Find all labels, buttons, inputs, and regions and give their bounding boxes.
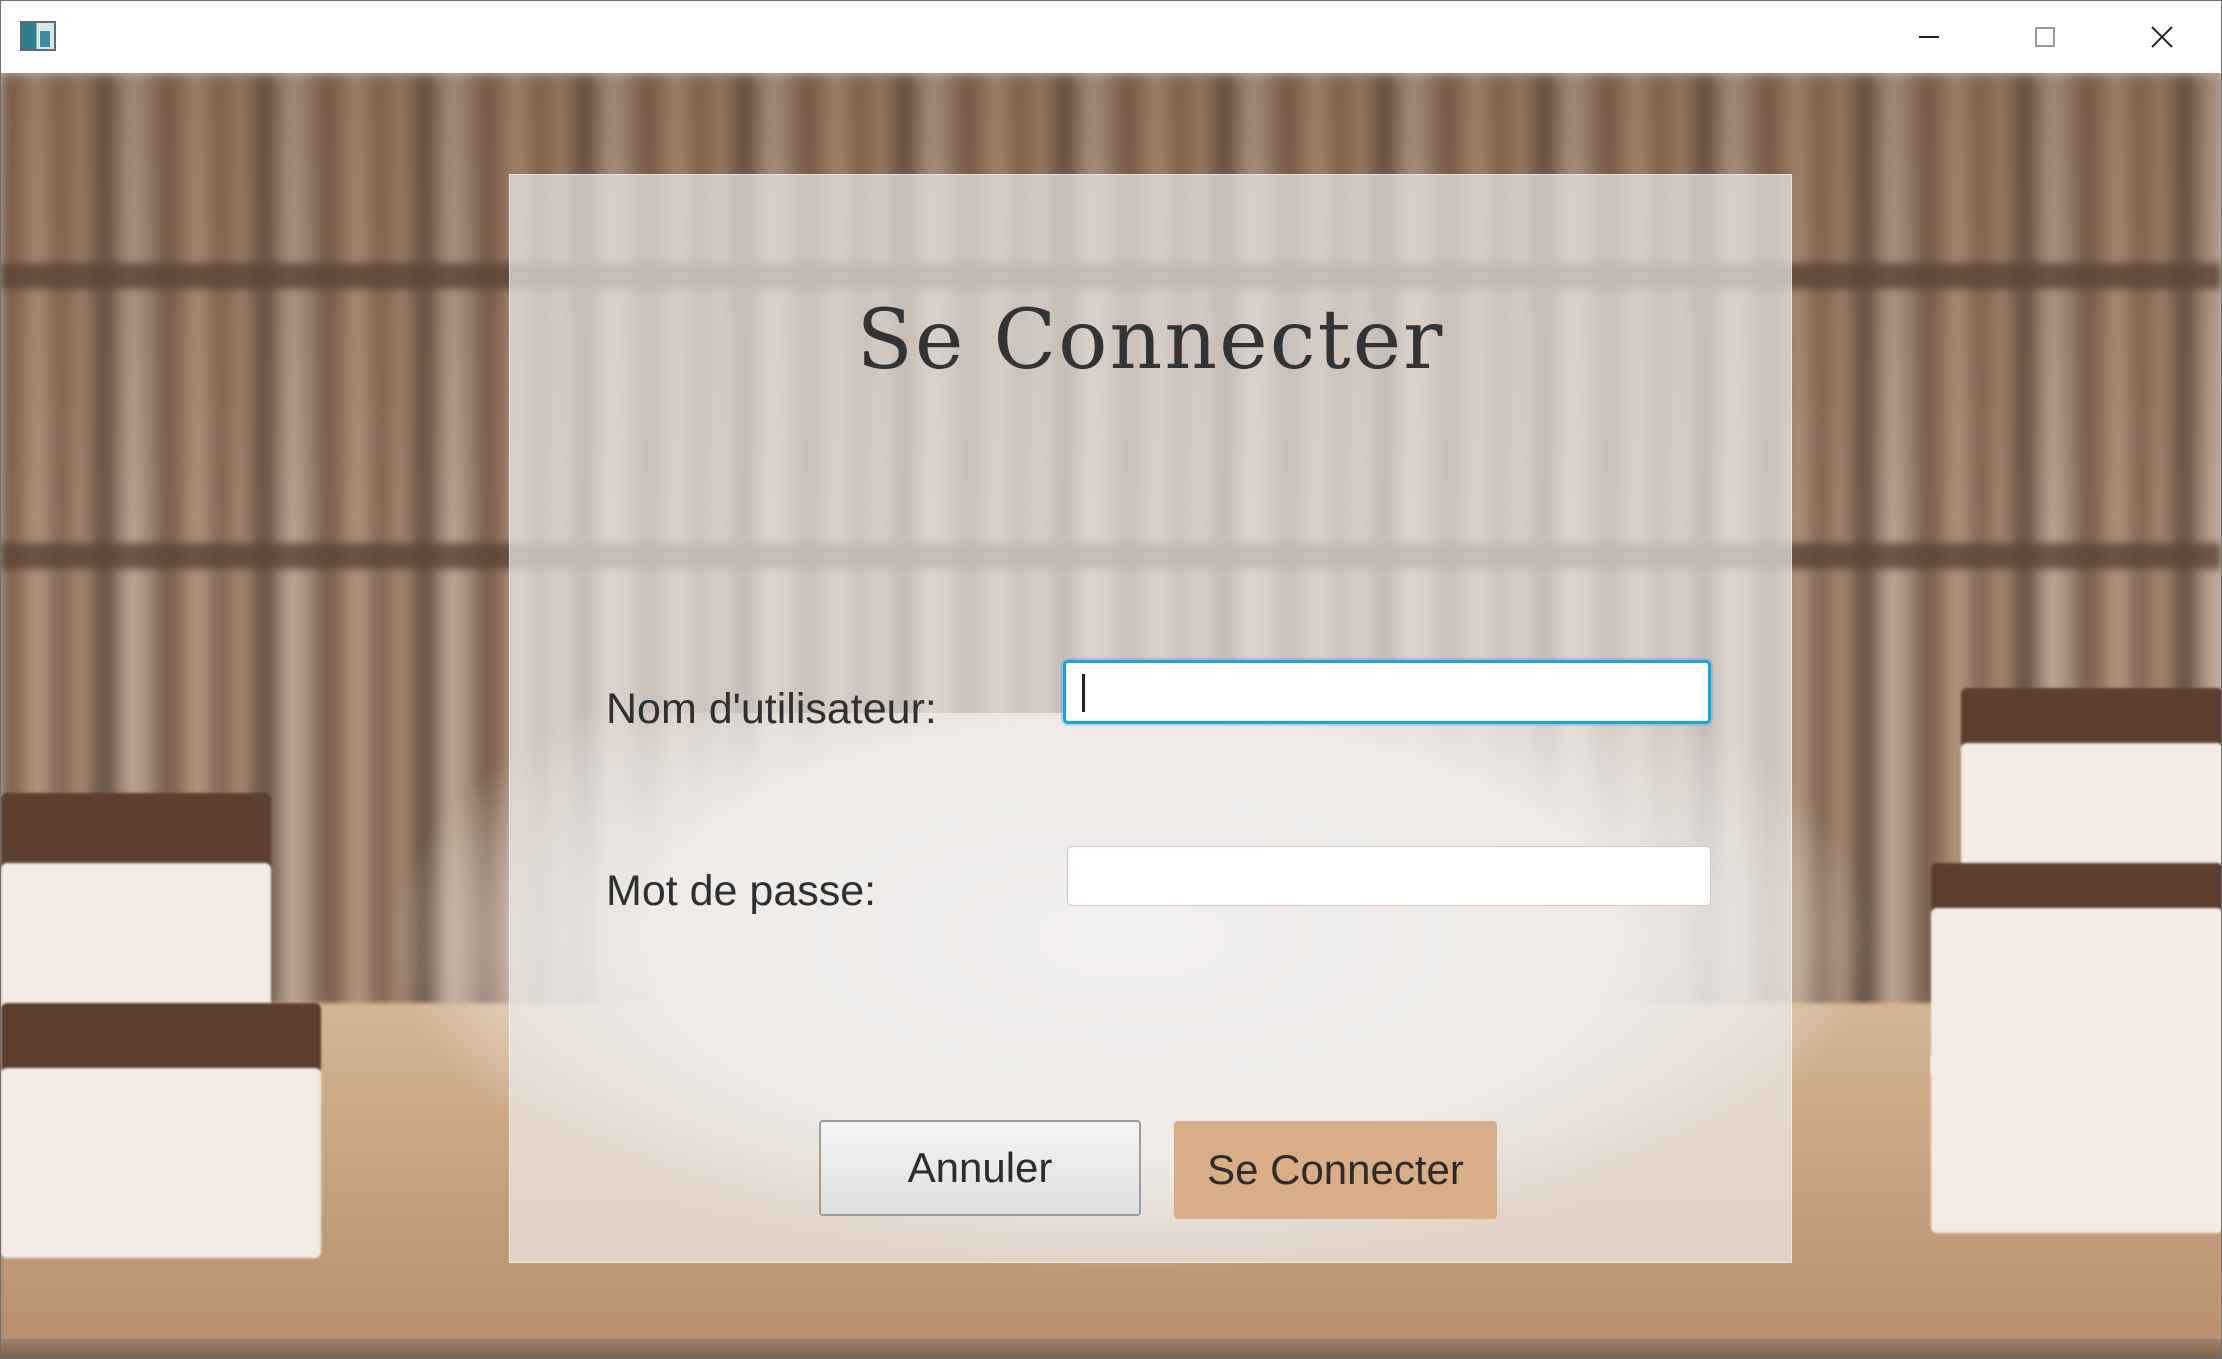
background-book-stack [1931, 863, 2221, 913]
background-book-stack [1, 1068, 321, 1258]
login-window: Se Connecter Nom d'utilisateur: Mot de p… [0, 0, 2222, 1359]
background-bottom-edge [1, 1339, 2221, 1358]
background-book-stack [1, 1003, 321, 1073]
password-input[interactable] [1067, 846, 1711, 906]
background-book-stack [1931, 1053, 2221, 1233]
title-bar[interactable] [1, 1, 2221, 73]
password-label: Mot de passe: [606, 867, 877, 915]
app-icon[interactable] [20, 21, 56, 51]
close-button[interactable] [2104, 1, 2220, 73]
background-book-stack [1, 793, 271, 873]
minimize-icon [1919, 36, 1939, 38]
login-title: Se Connecter [856, 293, 1445, 388]
window-content: Se Connecter Nom d'utilisateur: Mot de p… [1, 73, 2221, 1358]
cancel-button[interactable]: Annuler [819, 1120, 1141, 1216]
username-input[interactable] [1063, 660, 1711, 724]
maximize-button[interactable] [1987, 1, 2103, 73]
text-caret [1082, 674, 1085, 712]
login-button[interactable]: Se Connecter [1174, 1121, 1497, 1219]
minimize-button[interactable] [1871, 1, 1987, 73]
username-label: Nom d'utilisateur: [606, 685, 937, 733]
background-book-stack [1961, 688, 2221, 748]
close-icon [2151, 26, 2173, 48]
login-panel: Se Connecter Nom d'utilisateur: Mot de p… [509, 174, 1792, 1263]
maximize-icon [2035, 27, 2055, 47]
